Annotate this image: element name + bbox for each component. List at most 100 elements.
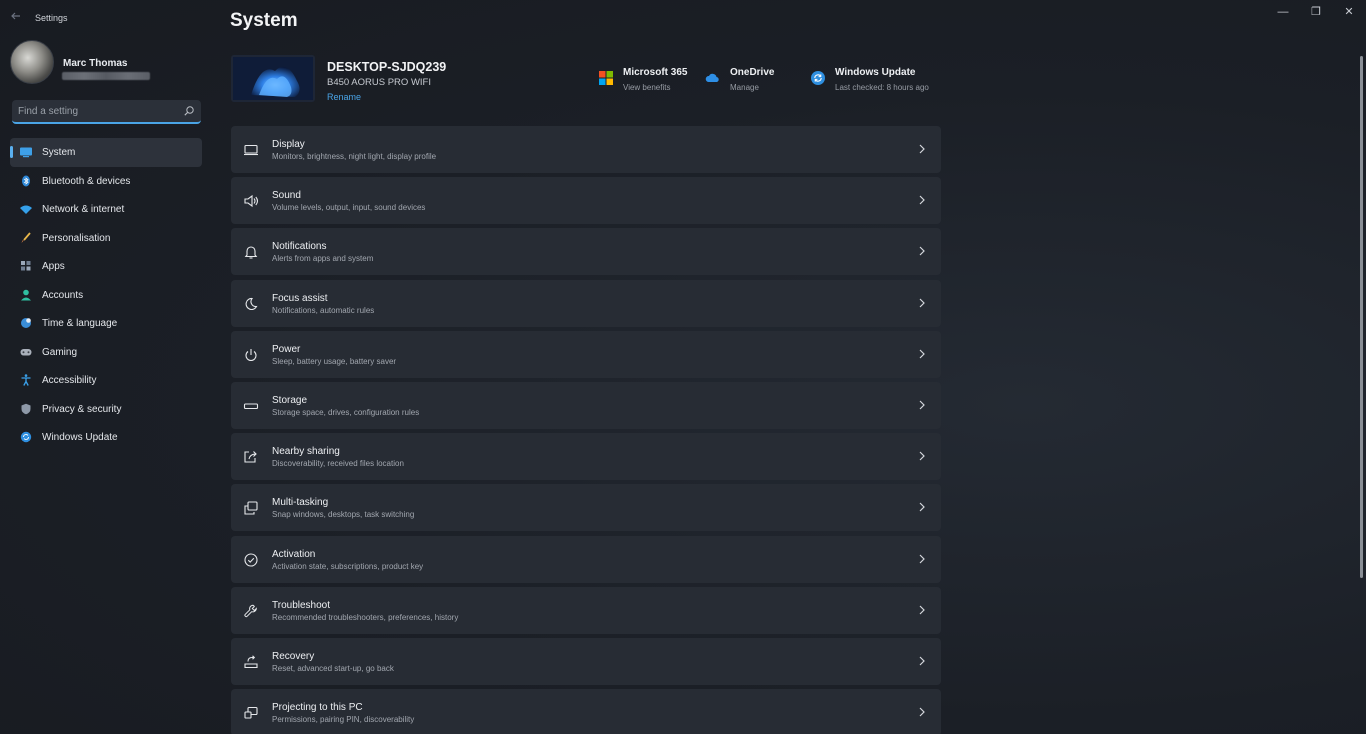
app-title: Settings: [35, 13, 68, 23]
card-title: Notifications: [272, 241, 327, 253]
search-box[interactable]: [12, 100, 201, 124]
scrollbar[interactable]: [1360, 56, 1363, 578]
close-button[interactable]: ✕: [1334, 4, 1364, 20]
settings-card-nearby-sharing[interactable]: Nearby sharing Discoverability, received…: [231, 433, 941, 481]
card-title: Activation: [272, 548, 316, 560]
wifi-icon: [20, 205, 32, 214]
sidebar-item-bluetooth[interactable]: Bluetooth & devices: [10, 167, 202, 196]
card-title: Display: [272, 139, 305, 150]
sidebar-item-label: Accessibility: [42, 375, 97, 386]
chevron-right-icon: [919, 707, 925, 717]
device-wallpaper-thumbnail: [231, 55, 315, 102]
sidebar-item-gaming[interactable]: Gaming: [10, 338, 202, 367]
settings-card-activation[interactable]: Activation Activation state, subscriptio…: [231, 535, 941, 583]
card-title: Focus assist: [272, 292, 328, 304]
back-button[interactable]: [10, 10, 26, 26]
card-subtitle: Permissions, pairing PIN, discoverabilit…: [272, 715, 415, 725]
card-title: Troubleshoot: [272, 599, 330, 611]
sidebar-item-label: System: [42, 147, 76, 158]
chevron-right-icon: [919, 554, 925, 563]
brush-icon: [21, 231, 31, 243]
sidebar-item-personalisation[interactable]: Personalisation: [10, 224, 202, 253]
card-title: Nearby sharing: [272, 446, 340, 458]
device-name: DESKTOP-SJDQ239: [327, 60, 447, 74]
settings-card-troubleshoot[interactable]: Troubleshoot Recommended troubleshooters…: [231, 586, 941, 634]
gamepad-icon: [20, 348, 32, 355]
chevron-right-icon: [919, 298, 925, 307]
sidebar-item-privacy-security[interactable]: Privacy & security: [10, 395, 202, 424]
settings-card-recovery[interactable]: Recovery Reset, advanced start-up, go ba…: [231, 637, 941, 685]
drive-icon: [243, 403, 259, 409]
settings-card-focus-assist[interactable]: Focus assist Notifications, automatic ru…: [231, 279, 941, 327]
apps-icon: [21, 261, 31, 271]
sidebar-item-label: Gaming: [42, 346, 78, 358]
card-subtitle: Activation state, subscriptions, product…: [272, 561, 424, 571]
cloud-icon: [705, 73, 719, 82]
share-icon: [244, 451, 257, 463]
sidebar-item-label: Personalisation: [42, 232, 111, 244]
settings-card-multi-tasking[interactable]: Multi-tasking Snap windows, desktops, ta…: [231, 484, 941, 532]
maximize-button[interactable]: ❐: [1301, 4, 1331, 20]
sidebar-item-apps[interactable]: Apps: [10, 252, 202, 281]
settings-card-power[interactable]: Power Sleep, battery usage, battery save…: [231, 330, 941, 378]
update-icon: [811, 71, 825, 85]
main-content: System DESKTOP-SJDQ239 B450 AORUS PRO WI…: [230, 0, 942, 734]
card-subtitle: Recommended troubleshooters, preferences…: [272, 612, 459, 622]
sidebar-item-system[interactable]: System: [10, 138, 202, 167]
globe-clock-icon: [21, 318, 31, 328]
card-title: Multi-tasking: [272, 497, 329, 509]
avatar[interactable]: [10, 40, 54, 84]
rename-link[interactable]: Rename: [327, 92, 361, 102]
user-email-redacted: [62, 72, 150, 80]
chevron-right-icon: [919, 502, 925, 512]
sidebar-item-label: Time & language: [42, 318, 118, 329]
settings-card-storage[interactable]: Storage Storage space, drives, configura…: [231, 381, 941, 429]
settings-card-notifications[interactable]: Notifications Alerts from apps and syste…: [231, 228, 941, 276]
chevron-right-icon: [919, 656, 925, 666]
card-title: Power: [272, 343, 301, 355]
user-profile[interactable]: Marc Thomas: [10, 40, 210, 86]
sidebar: Marc Thomas System Bluetooth & devices N…: [0, 34, 212, 734]
person-icon: [21, 289, 31, 300]
windows-bloom-image: [233, 57, 313, 100]
chevron-right-icon: [919, 605, 925, 615]
card-subtitle: Snap windows, desktops, task switching: [272, 510, 415, 520]
minimize-button[interactable]: —: [1268, 4, 1298, 20]
update-icon: [20, 431, 32, 443]
chevron-right-icon: [919, 400, 925, 410]
sidebar-item-time-language[interactable]: Time & language: [10, 309, 202, 338]
card-subtitle: Sleep, battery usage, battery saver: [272, 356, 397, 366]
back-arrow-icon: [11, 12, 20, 20]
card-subtitle: Notifications, automatic rules: [272, 305, 375, 315]
card-subtitle: Volume levels, output, input, sound devi…: [272, 203, 426, 213]
card-title: Storage: [272, 394, 308, 406]
chevron-right-icon: [919, 246, 925, 256]
sidebar-item-network[interactable]: Network & internet: [10, 195, 202, 224]
sidebar-item-accounts[interactable]: Accounts: [10, 281, 202, 310]
sidebar-item-label: Apps: [42, 261, 65, 272]
quick-link-subtitle: Manage: [730, 83, 759, 92]
monitor-icon: [244, 144, 258, 156]
chevron-right-icon: [919, 349, 925, 359]
settings-card-display[interactable]: Display Monitors, brightness, night ligh…: [231, 126, 941, 173]
card-subtitle: Discoverability, received files location: [272, 459, 404, 469]
chevron-right-icon: [919, 451, 925, 461]
settings-card-sound[interactable]: Sound Volume levels, output, input, soun…: [231, 177, 941, 225]
card-subtitle: Storage space, drives, configuration rul…: [272, 407, 420, 417]
moon-icon: [245, 297, 258, 310]
page-title: System: [230, 10, 298, 31]
wrench-icon: [244, 604, 257, 617]
chevron-right-icon: [919, 195, 925, 205]
sidebar-item-windows-update[interactable]: Windows Update: [10, 423, 202, 452]
search-icon[interactable]: [183, 105, 195, 117]
microsoft-logo-icon: [599, 71, 613, 85]
sidebar-item-accessibility[interactable]: Accessibility: [10, 366, 202, 395]
sidebar-item-label: Privacy & security: [42, 403, 122, 415]
quick-link-subtitle: View benefits: [623, 83, 671, 92]
card-title: Sound: [272, 190, 301, 202]
bell-icon: [244, 246, 258, 259]
settings-card-projecting[interactable]: Projecting to this PC Permissions, pairi…: [231, 689, 941, 734]
settings-list: Display Monitors, brightness, night ligh…: [231, 126, 941, 734]
search-input[interactable]: [18, 103, 178, 120]
sidebar-item-label: Accounts: [42, 289, 84, 301]
